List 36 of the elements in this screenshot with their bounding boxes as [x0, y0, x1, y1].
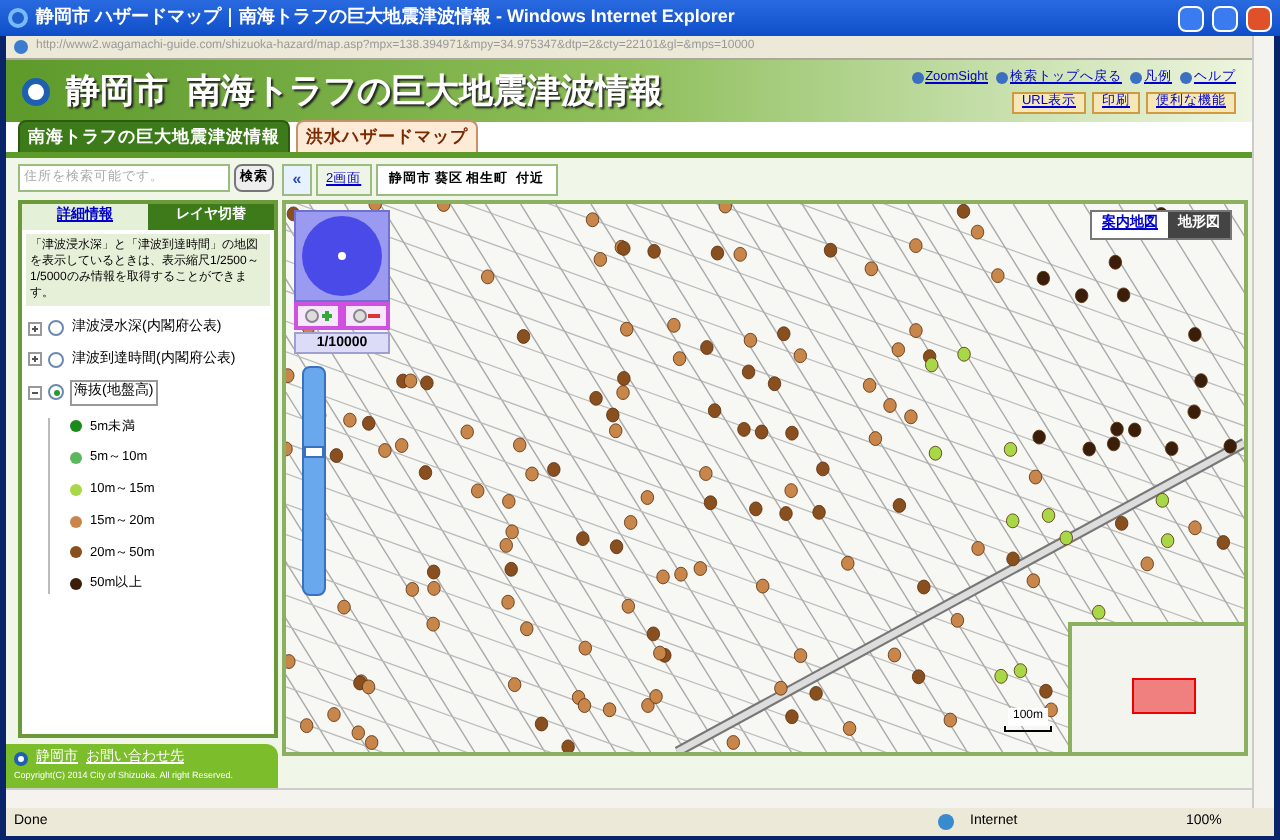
layer-radio[interactable]: [48, 384, 64, 401]
expand-icon[interactable]: [28, 321, 42, 336]
zoom-in-icon: [304, 307, 332, 325]
banner-title: 静岡市 南海トラフの巨大地震津波情報: [66, 69, 663, 114]
vertical-scrollbar[interactable]: [1252, 36, 1274, 808]
overview-area-icon: [1132, 678, 1196, 714]
window-title: 静岡市 ハザードマップ｜南海トラフの巨大地震津波情報 - Windows Internet Explorer: [36, 4, 737, 31]
link-icon: [996, 72, 1008, 84]
link-icon: [1130, 72, 1142, 84]
city-logo-icon: [14, 752, 28, 767]
scale-bar-icon: [1004, 726, 1052, 732]
zoom-slider[interactable]: [302, 366, 326, 596]
collapse-panel-button[interactable]: «: [282, 164, 312, 196]
minimize-button[interactable]: [1178, 5, 1204, 31]
maximize-button[interactable]: [1212, 5, 1238, 31]
pan-control[interactable]: [294, 210, 390, 302]
expand-icon[interactable]: [28, 352, 42, 367]
layer-radio[interactable]: [48, 320, 64, 337]
horizontal-scrollbar[interactable]: [6, 788, 1252, 808]
zoom-out-button[interactable]: [342, 302, 390, 330]
zoom-out-icon: [352, 307, 380, 325]
layer-radio[interactable]: [48, 351, 64, 368]
main-tab[interactable]: 洪水ハザードマップ: [296, 120, 478, 152]
main-tab[interactable]: 南海トラフの巨大地震津波情報: [18, 120, 290, 152]
overview-map[interactable]: [1068, 622, 1244, 752]
link-icon: [911, 72, 924, 84]
browser-icon: [8, 8, 28, 28]
city-logo-icon: [22, 77, 50, 105]
link-icon: [1180, 72, 1192, 84]
zoom-in-button[interactable]: [294, 302, 342, 330]
page-icon: [14, 40, 28, 54]
globe-icon: [938, 814, 954, 830]
slider-handle[interactable]: [304, 445, 324, 458]
collapse-icon[interactable]: [28, 385, 42, 400]
close-button[interactable]: [1246, 5, 1272, 31]
pan-dial-icon: [302, 216, 382, 296]
